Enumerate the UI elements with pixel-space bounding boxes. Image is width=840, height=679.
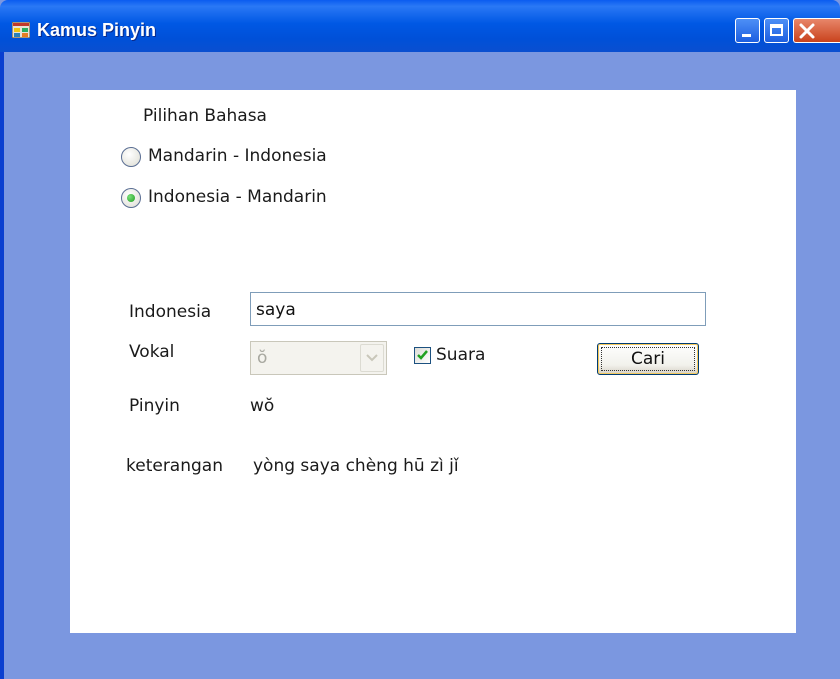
title-bar[interactable]: Kamus Pinyin: [0, 0, 840, 52]
app-window-icon: [11, 21, 31, 39]
application-window: Kamus Pinyin Pilihan Bahasa Mandarin - I…: [0, 0, 840, 679]
keterangan-label: keterangan: [126, 456, 223, 476]
vokal-selected-value: ŏ: [257, 348, 268, 368]
indonesia-label: Indonesia: [129, 302, 212, 322]
checkmark-icon: [417, 350, 428, 360]
vokal-dropdown[interactable]: ŏ: [250, 341, 387, 375]
language-choice-heading: Pilihan Bahasa: [143, 106, 267, 126]
radio-selected-dot: [127, 194, 135, 202]
cari-button[interactable]: Cari: [597, 343, 699, 375]
suara-checkbox[interactable]: [414, 347, 431, 364]
close-icon: [799, 23, 815, 39]
cari-button-label: Cari: [631, 349, 665, 369]
vokal-dropdown-button[interactable]: [360, 344, 384, 372]
vokal-label: Vokal: [129, 342, 175, 362]
chevron-down-icon: [366, 354, 378, 362]
pinyin-value: wŏ: [250, 396, 275, 416]
close-button[interactable]: [793, 18, 840, 43]
minimize-button[interactable]: [735, 18, 760, 43]
maximize-button[interactable]: [764, 18, 789, 43]
indonesia-input[interactable]: saya: [250, 292, 706, 326]
radio-mandarin-indonesia-label[interactable]: Mandarin - Indonesia: [148, 146, 327, 166]
radio-mandarin-indonesia[interactable]: [121, 147, 141, 167]
window-title: Kamus Pinyin: [37, 20, 157, 40]
window-border: [0, 52, 4, 679]
radio-indonesia-mandarin[interactable]: [121, 188, 141, 208]
minimize-icon: [742, 34, 751, 37]
keterangan-value: yòng saya chèng hū zì jǐ: [253, 456, 459, 476]
suara-label[interactable]: Suara: [436, 345, 485, 365]
pinyin-label: Pinyin: [129, 396, 180, 416]
radio-indonesia-mandarin-label[interactable]: Indonesia - Mandarin: [148, 187, 327, 207]
maximize-icon: [770, 24, 783, 36]
